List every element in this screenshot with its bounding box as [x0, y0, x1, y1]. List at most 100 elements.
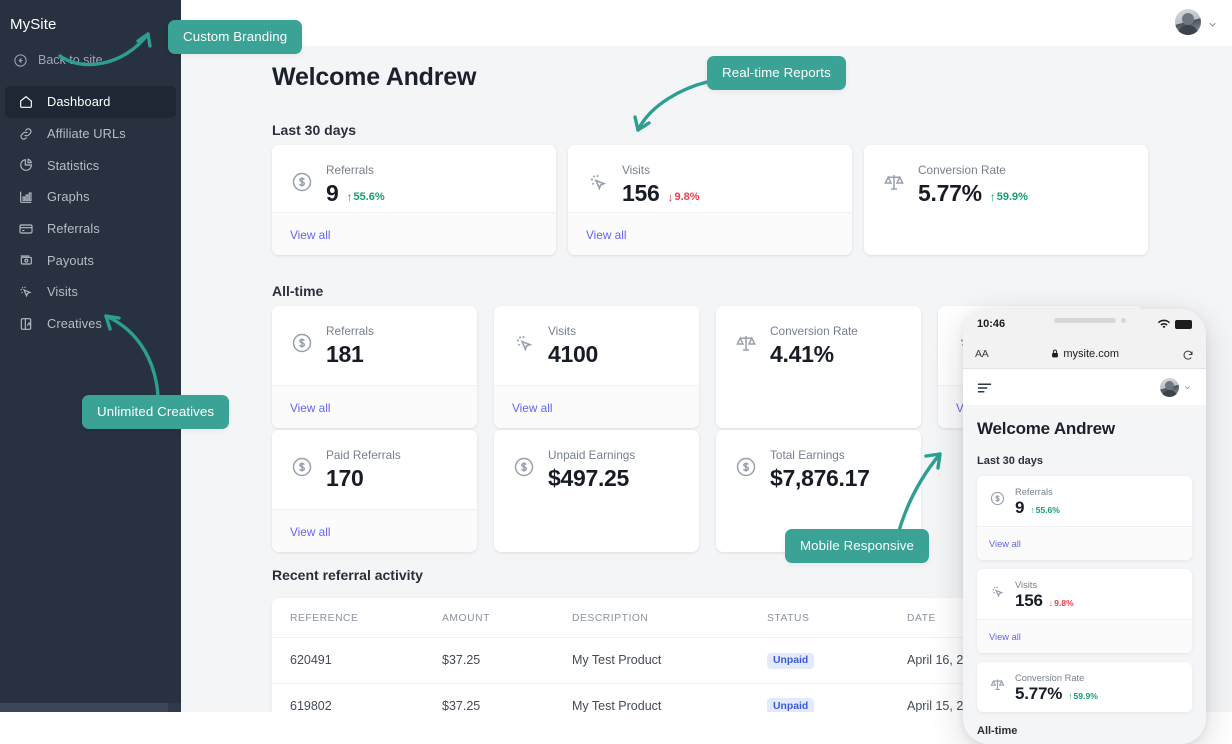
phone-user-menu[interactable] [1160, 378, 1192, 397]
section-heading-alltime: All-time [272, 283, 323, 299]
stat-card-unpaid-earnings[interactable]: Unpaid Earnings $497.25 [494, 430, 699, 552]
stat-value: 4100 [548, 340, 598, 368]
view-all-link[interactable]: View all [290, 401, 330, 415]
stat-label: Conversion Rate [918, 163, 1028, 178]
sidebar-item-dashboard[interactable]: Dashboard [5, 86, 176, 118]
user-menu[interactable] [1175, 9, 1218, 35]
phone-app-navbar [963, 369, 1206, 405]
image-icon [18, 316, 34, 332]
stat-value: 5.77% [1015, 684, 1062, 704]
reload-icon[interactable] [1182, 348, 1194, 360]
avatar[interactable] [1175, 9, 1201, 35]
callout-badge-realtime-reports: Real-time Reports [707, 56, 846, 90]
dollar-circle-icon [290, 170, 314, 194]
cell-amount: $37.25 [442, 638, 572, 684]
chevron-down-icon[interactable] [1207, 17, 1218, 28]
arrow-up-icon: ↑ [990, 191, 996, 203]
callout-badge-custom-branding: Custom Branding [168, 20, 302, 54]
scales-icon [882, 170, 906, 194]
hamburger-menu-icon[interactable] [977, 381, 992, 393]
callout-badge-unlimited-creatives: Unlimited Creatives [82, 395, 229, 429]
stat-card-paid-referrals[interactable]: Paid Referrals 170 View all [272, 430, 477, 552]
sidebar-item-payouts[interactable]: Payouts [5, 244, 176, 276]
arrow-left-circle-icon [13, 53, 28, 68]
sidebar-scrollbar-track[interactable] [0, 703, 181, 712]
phone-address[interactable]: mysite.com [988, 348, 1182, 360]
lock-icon [1051, 349, 1059, 358]
phone-section-alltime: All-time [977, 725, 1192, 737]
view-all-link[interactable]: View all [512, 401, 552, 415]
topbar [181, 0, 1232, 46]
sidebar-item-referrals[interactable]: Referrals [5, 213, 176, 245]
phone-speaker-notch [1054, 318, 1116, 323]
bar-chart-icon [18, 189, 34, 205]
text-size-button[interactable]: AA [975, 348, 988, 360]
sidebar-scrollbar-thumb[interactable] [0, 703, 168, 712]
stat-label: Referrals [326, 163, 385, 178]
sidebar: MySite Back to site Dashboard [0, 0, 181, 712]
stat-label: Conversion Rate [1015, 672, 1098, 684]
cell-reference: 619802 [272, 683, 442, 712]
arrow-up-icon: ↑ [347, 191, 353, 203]
cursor-click-icon [18, 284, 34, 300]
phone-section-last30: Last 30 days [977, 455, 1192, 467]
scales-icon [734, 331, 758, 355]
stat-value: 181 [326, 340, 363, 368]
sidebar-item-visits[interactable]: Visits [5, 276, 176, 308]
phone-clock: 10:46 [977, 318, 1005, 330]
stat-delta-down: ↓9.8% [667, 191, 699, 203]
stat-card-conversion-alltime[interactable]: Conversion Rate 4.41% [716, 306, 921, 428]
phone-stat-card-referrals[interactable]: Referrals 9 ↑55.6% View all [977, 476, 1192, 560]
home-icon [18, 94, 34, 110]
phone-status-bar: 10:46 [963, 309, 1206, 339]
view-all-link[interactable]: View all [586, 228, 626, 242]
sidebar-item-creatives[interactable]: Creatives [5, 308, 176, 340]
cell-description: My Test Product [572, 683, 767, 712]
stat-card-referrals-30d[interactable]: Referrals 9 ↑55.6% View all [272, 145, 556, 255]
phone-avatar[interactable] [1160, 378, 1179, 397]
stat-label: Visits [548, 324, 598, 339]
stat-delta-up: ↑59.9% [1068, 691, 1098, 701]
card-footer: View all [977, 619, 1192, 653]
phone-stat-card-visits[interactable]: Visits 156 ↓9.8% View all [977, 569, 1192, 653]
stat-delta-up: ↑59.9% [990, 191, 1028, 203]
phone-stat-card-conversion[interactable]: Conversion Rate 5.77% ↑59.9% [977, 662, 1192, 712]
dollar-circle-icon [734, 455, 758, 479]
wifi-icon [1157, 319, 1171, 330]
dollar-circle-icon [290, 455, 314, 479]
stat-card-referrals-alltime[interactable]: Referrals 181 View all [272, 306, 477, 428]
scales-icon [989, 676, 1006, 693]
sidebar-item-affiliate-urls[interactable]: Affiliate URLs [5, 118, 176, 150]
phone-camera-dot [1121, 318, 1126, 323]
stat-value: 156 [622, 179, 659, 207]
sidebar-item-label: Creatives [47, 316, 102, 331]
stat-value: $497.25 [548, 464, 629, 492]
phone-page-title: Welcome Andrew [977, 419, 1192, 439]
back-to-site-link[interactable]: Back to site [8, 48, 173, 72]
card-footer: View all [977, 526, 1192, 560]
col-amount: AMOUNT [442, 598, 572, 638]
dollar-circle-icon [290, 331, 314, 355]
section-heading-recent: Recent referral activity [272, 567, 423, 583]
stat-card-visits-30d[interactable]: Visits 156 ↓9.8% View all [568, 145, 852, 255]
stat-label: Referrals [1015, 486, 1060, 498]
phone-url-bar[interactable]: AA mysite.com [963, 339, 1206, 369]
page-title: Welcome Andrew [272, 63, 476, 92]
view-all-link[interactable]: View all [989, 539, 1021, 549]
stat-card-conversion-30d[interactable]: Conversion Rate 5.77% ↑59.9% [864, 145, 1148, 255]
link-icon [18, 126, 34, 142]
sidebar-item-statistics[interactable]: Statistics [5, 149, 176, 181]
view-all-link[interactable]: View all [290, 525, 330, 539]
stat-label: Unpaid Earnings [548, 448, 635, 463]
sidebar-item-graphs[interactable]: Graphs [5, 181, 176, 213]
phone-mockup: 10:46 AA mysite.com [963, 309, 1206, 744]
stat-label: Visits [1015, 579, 1074, 591]
sidebar-item-label: Graphs [47, 189, 90, 204]
chevron-down-icon [1183, 383, 1192, 392]
stat-value: 9 [326, 179, 339, 207]
stat-value: 4.41% [770, 340, 834, 368]
stat-card-visits-alltime[interactable]: Visits 4100 View all [494, 306, 699, 428]
sidebar-item-label: Payouts [47, 253, 94, 268]
view-all-link[interactable]: View all [989, 632, 1021, 642]
view-all-link[interactable]: View all [290, 228, 330, 242]
